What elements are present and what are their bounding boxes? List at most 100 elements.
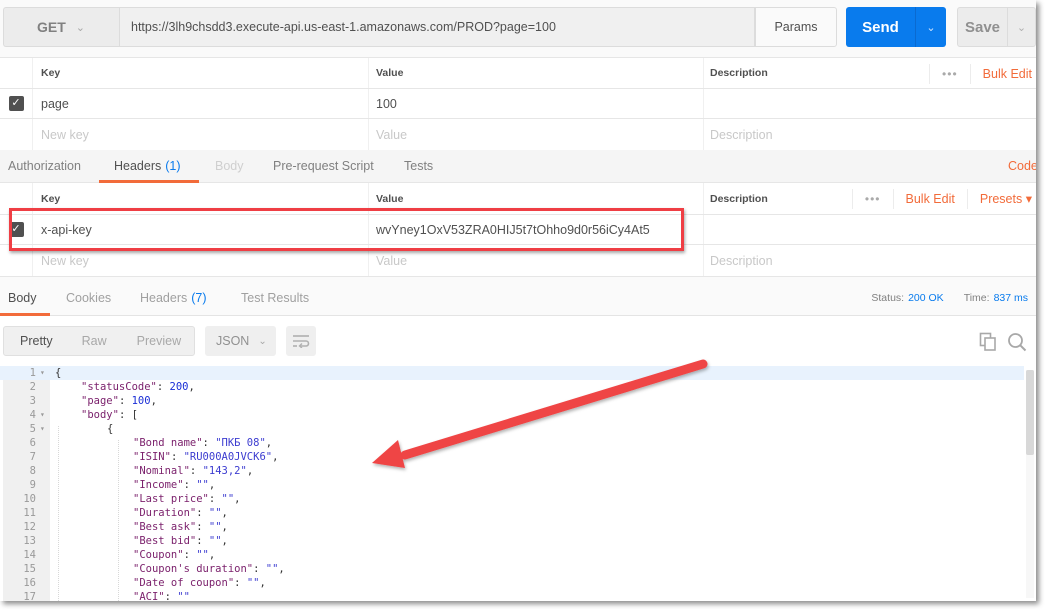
column-value: Value xyxy=(369,58,704,88)
line-number: 8 xyxy=(3,464,36,478)
tab-cookies[interactable]: Cookies xyxy=(66,280,111,315)
tab-response-body[interactable]: Body xyxy=(8,280,37,315)
send-options-chevron-icon[interactable]: ⌄ xyxy=(916,7,946,47)
code-link[interactable]: Code xyxy=(1008,150,1036,182)
line-number: 5 xyxy=(3,422,36,436)
tab-pre-request-script[interactable]: Pre-request Script xyxy=(273,150,374,182)
tab-body[interactable]: Body xyxy=(215,150,244,182)
indent-guide xyxy=(118,440,119,601)
code-line: 2"statusCode": 200, xyxy=(0,380,1024,394)
presets-dropdown[interactable]: Presets ▾ xyxy=(968,191,1032,206)
response-headers-count: (7) xyxy=(191,291,206,305)
bulk-edit-link[interactable]: Bulk Edit xyxy=(971,67,1032,81)
time-value: 837 ms xyxy=(994,292,1028,304)
fold-toggle-icon[interactable]: ▾ xyxy=(40,408,45,422)
line-number: 15 xyxy=(3,562,36,576)
format-select[interactable]: JSON ⌄ xyxy=(205,326,276,356)
row-checkbox[interactable]: ✓ xyxy=(9,96,24,111)
line-number: 10 xyxy=(3,492,36,506)
code-text: "ISIN": "RU000A0JVCK6", xyxy=(133,450,278,464)
table-row: ✓ x-api-key wvYney1OxV53ZRA0HIJ5t7tOhho9… xyxy=(0,215,1036,245)
view-raw[interactable]: Raw xyxy=(82,334,107,348)
method-select[interactable]: GET ⌄ xyxy=(3,7,119,47)
search-button[interactable] xyxy=(1006,331,1028,353)
line-number: 11 xyxy=(3,506,36,520)
column-value: Value xyxy=(369,183,704,214)
code-line: 13"Best bid": "", xyxy=(0,534,1024,548)
line-number: 12 xyxy=(3,520,36,534)
more-options-icon[interactable]: ••• xyxy=(929,64,971,84)
headers-header-row: Key Value Description ••• Bulk Edit Pres… xyxy=(0,183,1036,215)
tab-authorization[interactable]: Authorization xyxy=(8,150,81,182)
scrollbar-thumb[interactable] xyxy=(1026,370,1034,455)
code-text: { xyxy=(107,422,113,436)
code-text: "Date of coupon": "", xyxy=(133,576,266,590)
send-button-group: Send ⌄ xyxy=(846,7,946,47)
code-line: 4▾"body": [ xyxy=(0,408,1024,422)
send-button[interactable]: Send xyxy=(846,7,916,47)
chevron-down-icon: ⌄ xyxy=(76,21,85,34)
code-line: 9"Income": "", xyxy=(0,478,1024,492)
code-text: "Coupon": "", xyxy=(133,548,215,562)
tab-headers[interactable]: Headers (1) xyxy=(114,150,181,182)
tab-response-headers[interactable]: Headers (7) xyxy=(140,280,207,315)
new-value-input[interactable]: Value xyxy=(376,128,407,142)
new-description-input[interactable]: Description xyxy=(710,254,773,268)
status-label: Status: xyxy=(871,292,904,304)
copy-icon xyxy=(979,332,997,352)
save-button-group: Save ⌄ xyxy=(957,7,1036,47)
code-line: 7 "ISIN": "RU000A0JVCK6", xyxy=(0,450,1024,464)
line-number: 4 xyxy=(3,408,36,422)
tab-tests[interactable]: Tests xyxy=(404,150,433,182)
line-number: 17 xyxy=(3,590,36,601)
code-line: 17"ACI": "" xyxy=(0,590,1024,601)
row-checkbox[interactable]: ✓ xyxy=(9,222,24,237)
search-icon xyxy=(1007,332,1027,352)
view-preview[interactable]: Preview xyxy=(137,334,181,348)
line-number: 2 xyxy=(3,380,36,394)
indent-guide xyxy=(58,426,59,601)
fold-toggle-icon[interactable]: ▾ xyxy=(40,422,45,436)
new-description-input[interactable]: Description xyxy=(710,128,773,142)
code-line: 3"page": 100, xyxy=(0,394,1024,408)
code-line: 10"Last price": "", xyxy=(0,492,1024,506)
format-value: JSON xyxy=(216,334,249,348)
line-number: 9 xyxy=(3,478,36,492)
more-options-icon[interactable]: ••• xyxy=(852,189,894,209)
tab-test-results[interactable]: Test Results xyxy=(241,280,309,315)
save-button[interactable]: Save xyxy=(958,8,1008,46)
code-line: 6"Bond name": "ПКБ 08", xyxy=(0,436,1024,450)
response-toolbar: Pretty Raw Preview JSON ⌄ xyxy=(0,316,1036,366)
line-number: 7 xyxy=(3,450,36,464)
url-input[interactable]: https://3lh9chsdd3.execute-api.us-east-1… xyxy=(119,7,755,47)
table-row: ✓ page 100 xyxy=(0,89,1036,119)
time-label: Time: xyxy=(964,292,990,304)
vertical-scrollbar[interactable] xyxy=(1026,370,1034,598)
header-key[interactable]: x-api-key xyxy=(41,223,92,237)
new-key-input[interactable]: New key xyxy=(41,128,89,142)
param-value[interactable]: 100 xyxy=(376,97,397,111)
copy-button[interactable] xyxy=(977,331,999,353)
fold-toggle-icon[interactable]: ▾ xyxy=(40,366,45,380)
save-options-chevron-icon[interactable]: ⌄ xyxy=(1008,8,1035,46)
line-number: 3 xyxy=(3,394,36,408)
code-text: "Coupon's duration": "", xyxy=(133,562,285,576)
response-body-editor[interactable]: 1▾{2"statusCode": 200,3"page": 100,4▾"bo… xyxy=(0,366,1036,601)
code-line: 5 ▾ { xyxy=(0,422,1024,436)
params-button[interactable]: Params xyxy=(755,7,837,47)
line-number: 6 xyxy=(3,436,36,450)
view-pretty[interactable]: Pretty xyxy=(20,334,53,348)
params-table: Key Value Description ••• Bulk Edit ✓ pa… xyxy=(0,57,1036,151)
response-tabs: Body Cookies Headers (7) Test Results St… xyxy=(0,280,1036,316)
new-key-input[interactable]: New key xyxy=(41,254,89,268)
code-line: 15 "Coupon's duration": "", xyxy=(0,562,1024,576)
response-status: Status: 200 OK Time: 837 ms xyxy=(871,280,1028,315)
bulk-edit-link[interactable]: Bulk Edit xyxy=(894,189,968,209)
code-line: 12"Best ask": "", xyxy=(0,520,1024,534)
code-line: 8"Nominal": "143,2", xyxy=(0,464,1024,478)
header-value[interactable]: wvYney1OxV53ZRA0HIJ5t7tOhho9d0r56iCy4At5 xyxy=(376,223,650,237)
new-value-input[interactable]: Value xyxy=(376,254,407,268)
wrap-lines-button[interactable] xyxy=(286,326,316,356)
param-key[interactable]: page xyxy=(41,97,69,111)
url-text: https://3lh9chsdd3.execute-api.us-east-1… xyxy=(131,20,556,34)
